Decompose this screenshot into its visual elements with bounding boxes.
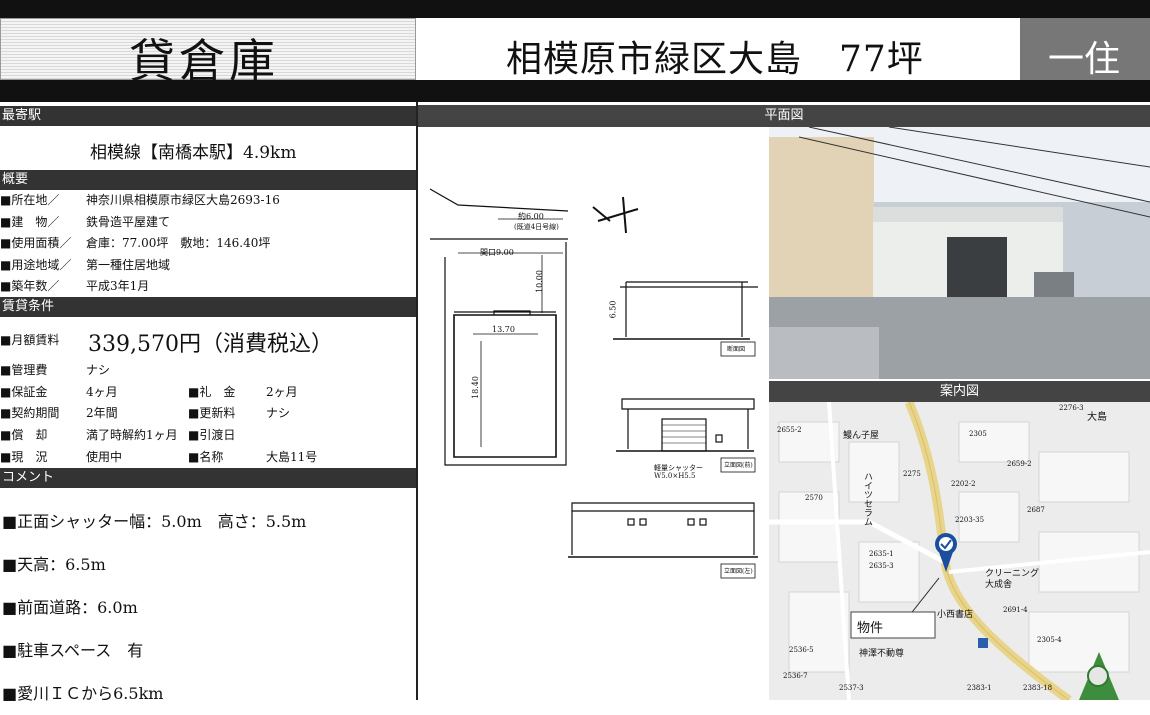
overview-value: 平成3年1月 [86,279,150,293]
lease-value: 満了時解約1ヶ月 [86,428,178,442]
map-block: 2275 [903,470,921,478]
lease-value: 2年間 [86,406,118,420]
map-place: 大島 [1087,412,1107,423]
lease-label: ■更新料 [188,406,236,420]
lease-value: 2ヶ月 [266,385,298,399]
header-zoning-panel: 一住 [1020,18,1150,80]
map-block: 2659-2 [1007,460,1032,468]
top-bar [0,0,1150,18]
comment-line: ■駐車スペース 有 [2,641,144,660]
map-block: 2635-1 [869,550,894,558]
rent-value: 339,570円（消費税込） [88,332,333,357]
lease-label: ■保証金 [0,385,48,399]
comment-line: ■愛川ＩＣから6.5km [2,684,164,703]
dim-road-sub: (既道4日号線) [514,223,559,231]
mgmt-label: ■管理費 [0,363,48,377]
station-heading: 最寄駅 [0,106,416,126]
dim-depth: 10.00 [534,270,544,293]
map-block: 2305 [969,430,987,438]
map-place: 鰻ん子屋 [843,431,880,441]
lease-value: 使用中 [86,450,123,464]
overview-value: 神奈川県相模原市緑区大島2693-16 [86,193,280,207]
location-size: 相模原市緑区大島 77坪 [506,39,924,80]
comment-line: ■前面道路：6.0m [2,598,138,617]
lease-label: ■引渡日 [188,428,236,442]
label-side: 立面図(左) [724,568,753,575]
lease-label: ■契約期間 [0,406,60,420]
plan-heading: 平面図 [418,105,1150,127]
map-block: 2536-5 [789,646,814,654]
map-block: 2536-7 [783,672,808,680]
building-photo [769,127,1150,379]
comment-list: ■正面シャッター幅：5.0m 高さ：5.5m ■天高：6.5m ■前面道路：6.… [2,500,306,715]
map-place: 小西書店 [937,610,974,620]
map-block: 2383-18 [1023,684,1053,692]
guide-map[interactable]: 物件 大島 鰻ん子屋 ハイツセラム クリーニング 大成舎 小西書店 神澤不動尊 … [769,402,1150,700]
map-block: 2202-2 [951,480,976,488]
comment-line: ■天高：6.5m [2,555,106,574]
overview-value: 第一種住居地域 [86,258,171,272]
warehouse-photo-illustration [769,127,1150,379]
dim-road: 約6.00 [518,212,544,221]
header-type-panel: 貸倉庫 [0,18,416,88]
overview-value: 倉庫：77.00坪 敷地：146.40坪 [86,236,271,250]
map-place: ハイツセラム [862,472,872,526]
label-section: 断面図 [727,346,746,353]
overview-label: ■所在地／ [0,193,60,207]
dim-width: 13.70 [492,325,515,334]
lease-value: 4ヶ月 [86,385,118,399]
dim-height: 6.50 [608,300,618,319]
map-place: 神澤不動尊 [859,649,905,659]
floor-plan-drawing [429,188,758,579]
lease-label: ■名称 [188,450,224,464]
overview-label: ■築年数／ [0,279,60,293]
map-block: 2276-3 [1059,404,1084,412]
map-block: 2687 [1027,506,1045,514]
lease-label: ■償 却 [0,428,48,442]
property-label: 物件 [857,621,884,636]
mgmt-value: ナシ [86,363,111,377]
header-bottom-bar [0,80,1150,102]
overview-label: ■用途地域／ [0,258,72,272]
comment-line: ■正面シャッター幅：5.0m 高さ：5.5m [2,512,307,531]
overview-label: ■建 物／ [0,215,60,229]
comment-heading: コメント [0,468,416,488]
station-text: 相模線【南橋本駅】4.9km [90,143,297,163]
header-location-panel: 相模原市緑区大島 77坪 [416,18,1020,80]
lease-value: 大島11号 [266,450,318,464]
rent-label: ■月額賃料 [0,333,60,347]
overview-value: 鉄骨造平屋建て [86,215,171,229]
shutter-size: W5.0×H5.5 [654,472,696,480]
overview-heading: 概要 [0,170,416,190]
overview-label: ■使用面積／ [0,236,72,250]
map-block: 2203-35 [955,516,985,524]
map-block: 2305-4 [1037,636,1062,644]
dim-length: 18.40 [470,376,480,399]
map-place: 大成舎 [985,580,1013,590]
map-block: 2635-3 [869,562,894,570]
lease-label: ■礼 金 [188,385,236,399]
lease-label: ■現 況 [0,450,48,464]
label-front: 立面図(前) [724,462,753,469]
map-block: 2655-2 [777,426,802,434]
map-block: 2537-3 [839,684,864,692]
guide-map-drawing [769,402,1150,700]
dim-frontage: 間口9.00 [480,248,514,257]
map-block: 2383-1 [967,684,992,692]
map-block: 2691-4 [1003,606,1028,614]
lease-heading: 賃貸条件 [0,297,416,317]
map-heading: 案内図 [769,381,1150,403]
zoning-short: 一住 [1048,39,1121,80]
lease-value: ナシ [266,406,291,420]
floor-plan: 約6.00 (既道4日号線) 間口9.00 10.00 13.70 18.40 … [418,127,768,700]
map-block: 2570 [805,494,823,502]
